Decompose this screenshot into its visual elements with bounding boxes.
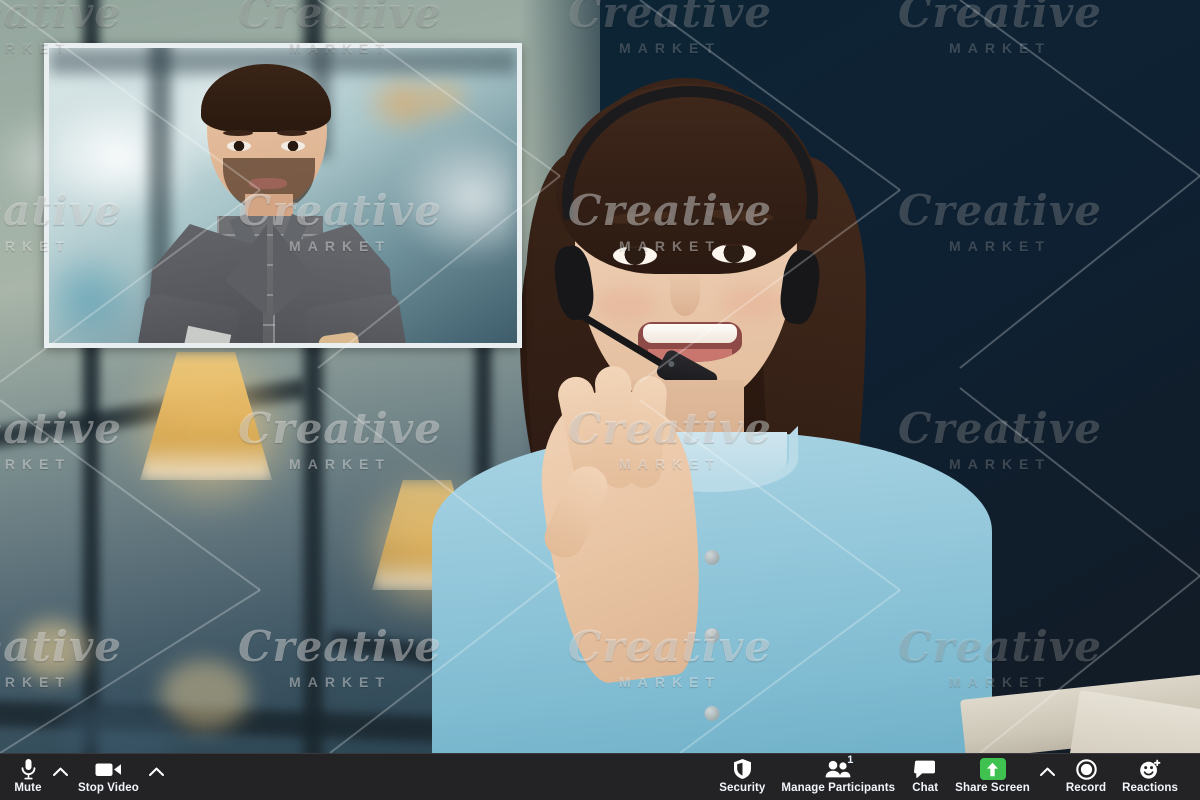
share-screen-green-box [979,758,1006,780]
chat-bubble-icon [914,757,936,781]
smiley-plus-icon [1139,757,1162,781]
toolbar-button-share-screen[interactable]: Share Screen [947,754,1038,794]
toolbar-button-label: Mute [14,782,42,794]
shield-icon [733,757,752,781]
toolbar-button-label: Chat [912,782,939,794]
toolbar-button-label: Reactions [1122,782,1178,794]
audio-options-caret[interactable] [50,758,70,784]
self-view-video [49,48,517,343]
share-options-caret[interactable] [1038,758,1058,784]
video-options-caret[interactable] [147,758,167,784]
record-circle-icon [1075,757,1097,781]
toolbar-button-label: Record [1065,782,1107,794]
toolbar-button-reactions[interactable]: Reactions [1114,754,1186,794]
video-camera-icon [95,757,122,781]
toolbar-button-chat[interactable]: Chat [903,754,947,794]
zoom-meeting-window: CreativeMARKETCreativeMARKETCreativeMARK… [0,0,1200,800]
toolbar-button-label: Manage Participants [781,782,896,794]
toolbar-button-label: Share Screen [955,782,1030,794]
self-view-thumbnail[interactable] [44,43,522,348]
microphone-icon [20,757,37,781]
toolbar-button-security[interactable]: Security [711,754,773,794]
pendant-lamp-icon [140,352,272,480]
toolbar-button-label: Stop Video [78,782,139,794]
toolbar-button-record[interactable]: Record [1058,754,1114,794]
video-stage: CreativeMARKETCreativeMARKETCreativeMARK… [0,0,1200,753]
toolbar-button-label: Security [719,782,766,794]
share-screen-up-arrow-icon [979,757,1006,781]
toolbar-button-manage-participants[interactable]: 1 Manage Participants [773,754,903,795]
toolbar-button-stop-video[interactable]: Stop Video [70,754,147,794]
meeting-toolbar: Mute Stop Video Security 1 Manage Participa… [0,753,1200,800]
participants-count-badge: 1 [847,754,854,766]
toolbar-button-mute[interactable]: Mute [6,754,50,794]
toolbar-left-group: Mute Stop Video [0,754,167,794]
toolbar-center-group: Security 1 Manage Participants Chat Share Sc… [711,754,1186,795]
